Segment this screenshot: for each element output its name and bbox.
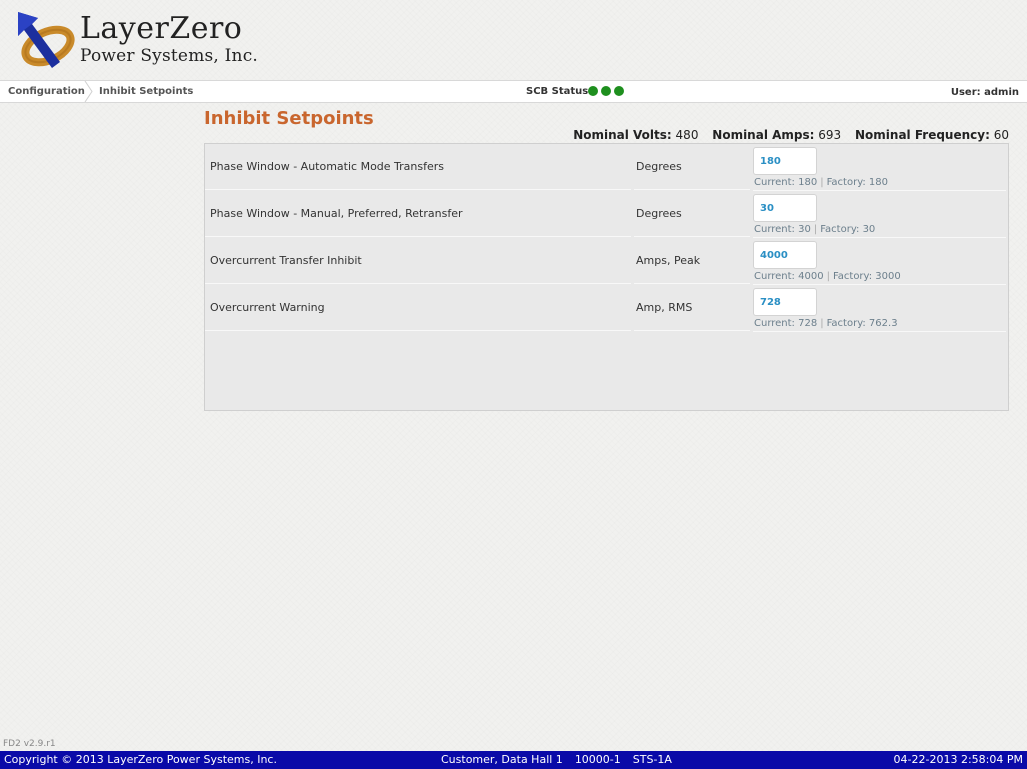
nominal-frequency-value: 60	[993, 128, 1009, 142]
scb-status-dot-icon	[614, 86, 624, 96]
firmware-version: FD2 v2.9.r1	[3, 739, 56, 749]
setpoints-panel: Phase Window - Automatic Mode Transfers …	[204, 143, 1009, 411]
info-separator: |	[826, 271, 830, 282]
user-label[interactable]: User: admin	[951, 81, 1019, 102]
nominal-volts-label: Nominal Volts:	[573, 128, 672, 142]
setpoint-factory: Factory: 180	[826, 177, 889, 188]
setpoint-name: Phase Window - Automatic Mode Transfers	[205, 144, 631, 190]
scb-status-label: SCB Status:	[526, 86, 593, 97]
header: LayerZero Power Systems, Inc.	[0, 0, 1027, 80]
info-separator: |	[820, 177, 824, 188]
setpoint-value-cell: Current: 4000|Factory: 3000	[753, 238, 1006, 285]
status-footer: Copyright © 2013 LayerZero Power Systems…	[0, 751, 1027, 769]
setpoint-info: Current: 30 | Factory: 30	[754, 224, 875, 236]
footer-customer: Customer, Data Hall 1	[441, 753, 563, 766]
setpoint-name: Phase Window - Manual, Preferred, Retran…	[205, 191, 631, 237]
setpoint-row: Phase Window - Manual, Preferred, Retran…	[205, 191, 1008, 238]
setpoint-unit: Amp, RMS	[634, 285, 750, 331]
setpoint-row: Overcurrent Transfer Inhibit Amps, Peak …	[205, 238, 1008, 285]
footer-serial: 10000-1	[574, 753, 621, 766]
overcurrent-warning-input[interactable]	[753, 288, 817, 316]
setpoint-unit: Amps, Peak	[634, 238, 750, 284]
setpoint-row: Overcurrent Warning Amp, RMS Current: 72…	[205, 285, 1008, 332]
nominal-values: Nominal Volts: 480 Nominal Amps: 693 Nom…	[573, 128, 1009, 142]
brand-name: LayerZero	[80, 11, 243, 46]
setpoint-value-cell: Current: 728|Factory: 762.3	[753, 285, 1006, 332]
breadcrumb-inhibit-setpoints[interactable]: Inhibit Setpoints	[99, 81, 193, 102]
page-title: Inhibit Setpoints	[204, 108, 374, 129]
footer-unit-info: Customer, Data Hall 1 10000-1 STS-1A	[441, 751, 684, 769]
nominal-volts-value: 480	[675, 128, 699, 142]
phase-window-auto-input[interactable]	[753, 147, 817, 175]
setpoint-unit: Degrees	[634, 144, 750, 190]
setpoint-current: Current: 180	[754, 177, 818, 188]
setpoint-current: Current: 30	[754, 224, 811, 235]
brand-subtitle: Power Systems, Inc.	[80, 46, 259, 66]
nav-bar: Configuration Inhibit Setpoints SCB Stat…	[0, 80, 1027, 103]
footer-copyright: Copyright © 2013 LayerZero Power Systems…	[4, 753, 277, 766]
setpoint-current: Current: 728	[754, 318, 818, 329]
nominal-amps: Nominal Amps: 693	[712, 128, 841, 142]
layerzero-logo-icon	[18, 12, 75, 68]
setpoint-factory: Factory: 30	[820, 224, 876, 235]
breadcrumb-chevron-icon	[84, 81, 93, 102]
setpoint-info: Current: 728 | Factory: 762.3	[754, 318, 898, 330]
setpoint-value-cell: Current: 30|Factory: 30	[753, 191, 1006, 238]
brand-wordmark: LayerZero Power Systems, Inc.	[80, 14, 258, 65]
nominal-volts: Nominal Volts: 480	[573, 128, 698, 142]
footer-datetime: 04-22-2013 2:58:04 PM	[893, 753, 1023, 766]
setpoint-info: Current: 4000 | Factory: 3000	[754, 271, 901, 283]
setpoint-factory: Factory: 762.3	[826, 318, 898, 329]
overcurrent-transfer-inhibit-input[interactable]	[753, 241, 817, 269]
nominal-frequency-label: Nominal Frequency:	[855, 128, 990, 142]
setpoint-current: Current: 4000	[754, 271, 824, 282]
setpoint-value-cell: Current: 180|Factory: 180	[753, 144, 1006, 191]
footer-unit: STS-1A	[632, 753, 672, 766]
nominal-amps-label: Nominal Amps:	[712, 128, 815, 142]
scb-status-dot-icon	[588, 86, 598, 96]
setpoint-factory: Factory: 3000	[832, 271, 901, 282]
scb-status-dot-icon	[601, 86, 611, 96]
setpoint-info: Current: 180 | Factory: 180	[754, 177, 888, 189]
scb-status-indicators	[588, 86, 627, 97]
breadcrumb-configuration[interactable]: Configuration	[8, 81, 85, 102]
nominal-frequency: Nominal Frequency: 60	[855, 128, 1009, 142]
nominal-amps-value: 693	[818, 128, 842, 142]
info-separator: |	[820, 318, 824, 329]
info-separator: |	[813, 224, 818, 235]
setpoint-unit: Degrees	[634, 191, 750, 237]
setpoint-name: Overcurrent Transfer Inhibit	[205, 238, 631, 284]
phase-window-manual-input[interactable]	[753, 194, 817, 222]
setpoint-name: Overcurrent Warning	[205, 285, 631, 331]
setpoint-row: Phase Window - Automatic Mode Transfers …	[205, 144, 1008, 191]
